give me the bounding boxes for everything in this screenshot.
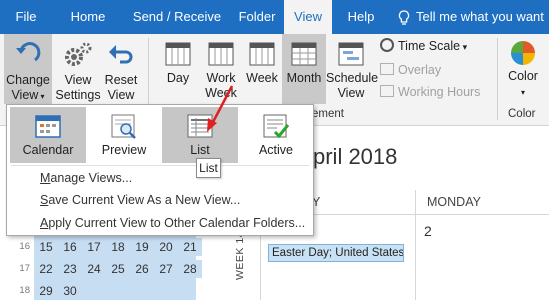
red-arrow-annotation: [207, 85, 234, 132]
